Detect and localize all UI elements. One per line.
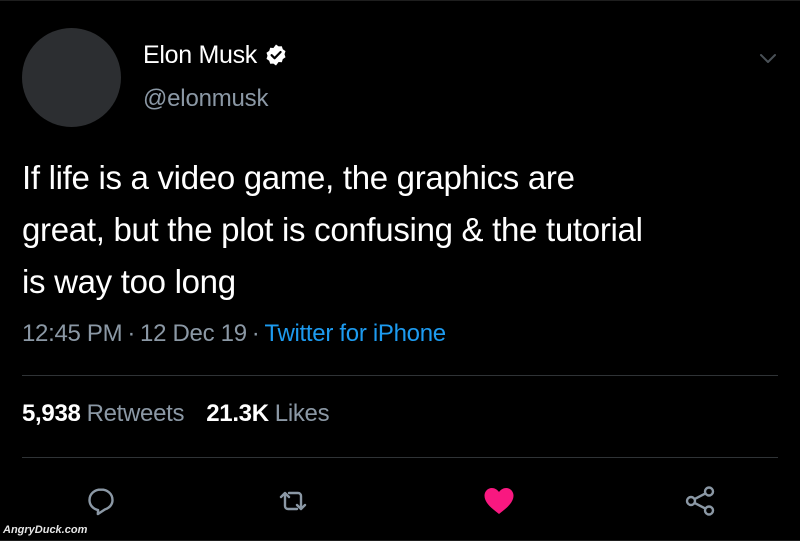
tweet-text-line: is way too long [22,263,236,300]
like-button[interactable] [481,483,517,519]
tweet-date[interactable]: 12 Dec 19 [140,320,247,348]
likes-stat[interactable]: 21.3K Likes [206,400,329,428]
user-handle[interactable]: @elonmusk [143,85,268,113]
share-icon [685,486,715,516]
retweets-label: Retweets [86,400,185,427]
meta-separator: · [127,320,136,347]
verified-badge-icon [264,43,288,67]
divider [22,375,778,376]
retweet-button[interactable] [275,483,311,519]
tweet-text-line: If life is a video game, the graphics ar… [22,159,575,196]
tweet-meta: 12:45 PM · 12 Dec 19 · Twitter for iPhon… [22,320,446,348]
likes-label: Likes [274,400,330,427]
reply-icon [88,488,114,516]
meta-separator: · [251,320,260,347]
heart-icon [484,488,514,514]
retweets-count: 5,938 [22,400,81,427]
chevron-down-icon[interactable] [756,46,780,70]
user-display-name[interactable]: Elon Musk [143,41,257,70]
tweet-text: If life is a video game, the graphics ar… [22,152,792,308]
tweet-time[interactable]: 12:45 PM [22,320,123,348]
retweets-stat[interactable]: 5,938 Retweets [22,400,185,428]
reply-button[interactable] [83,483,119,519]
tweet-stats: 5,938 Retweets 21.3K Likes [22,400,330,428]
avatar[interactable] [22,28,121,127]
watermark: AngryDuck.com [3,524,88,536]
tweet-text-line: great, but the plot is confusing & the t… [22,211,643,248]
retweet-icon [279,491,307,511]
divider [22,457,778,458]
likes-count: 21.3K [206,400,269,427]
user-name-row[interactable]: Elon Musk [143,39,288,71]
share-button[interactable] [682,483,718,519]
tweet-card: Elon Musk @elonmusk If life is a video g… [0,0,800,541]
tweet-source-link[interactable]: Twitter for iPhone [264,320,446,348]
